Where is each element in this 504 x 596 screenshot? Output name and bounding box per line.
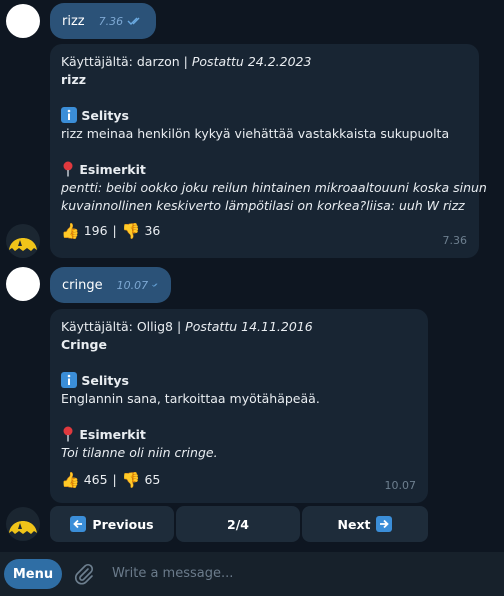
- likes-count: 196: [83, 223, 108, 238]
- next-label: Next: [337, 516, 371, 532]
- term-title: Cringe: [61, 337, 107, 352]
- explanation-heading: Selitys: [81, 108, 129, 123]
- dislikes-count: 65: [144, 472, 161, 487]
- menu-button[interactable]: Menu: [4, 559, 62, 589]
- bot-avatar-image: [9, 238, 37, 251]
- explanation-text: Englannin sana, tarkoittaa myötähäpeää.: [61, 391, 320, 406]
- thumbs-up-icon: 👍: [61, 222, 80, 240]
- likes-count: 465: [83, 472, 108, 487]
- next-button[interactable]: Next: [302, 506, 428, 542]
- bot-avatar[interactable]: [6, 224, 40, 258]
- previous-button[interactable]: Previous: [50, 506, 174, 542]
- outgoing-message[interactable]: rizz 7.36: [50, 3, 156, 39]
- user-avatar[interactable]: [6, 267, 40, 301]
- bot-message[interactable]: Käyttäjältä: darzon | Postattu 24.2.2023…: [50, 44, 487, 258]
- thumbs-up-icon: 👍: [61, 471, 80, 489]
- author-line: Käyttäjältä: Ollig8 |: [61, 319, 186, 334]
- vote-separator: |: [112, 472, 117, 487]
- message-text: rizz: [62, 13, 85, 29]
- pushpin-icon: [63, 161, 73, 177]
- previous-label: Previous: [92, 516, 154, 532]
- examples-heading: Esimerkit: [79, 427, 146, 442]
- message-composer: Menu Write a message...: [0, 552, 504, 596]
- left-arrow-icon: [70, 516, 87, 532]
- message-time: 7.36: [98, 14, 124, 28]
- pushpin-icon: [63, 426, 73, 442]
- outgoing-message[interactable]: cringe 10.07: [50, 267, 171, 303]
- thumbs-down-icon: 👎: [121, 222, 141, 240]
- examples-text-line: pentti: beibi ookko joku reilun hintaine…: [61, 180, 487, 195]
- examples-text-line: kuvainnollinen keskiverto lämpötilasi on…: [61, 198, 465, 213]
- info-icon: [61, 107, 77, 123]
- info-icon: [61, 372, 77, 388]
- term-title: rizz: [61, 72, 86, 87]
- dislikes-count: 36: [144, 223, 161, 238]
- vote-separator: |: [112, 223, 117, 238]
- read-checkmarks-icon: [152, 283, 158, 287]
- author-line: Käyttäjältä: darzon |: [61, 54, 192, 69]
- read-checkmarks-icon: [127, 17, 140, 25]
- bot-message[interactable]: Käyttäjältä: Ollig8 | Postattu 14.11.201…: [50, 309, 428, 503]
- posted-date: Postattu 24.2.2023: [191, 54, 312, 69]
- examples-text-line: Toi tilanne oli niin cringe.: [61, 445, 218, 460]
- bot-avatar-image: [9, 521, 37, 534]
- page-indicator-label: 2/4: [227, 516, 249, 532]
- message-input[interactable]: Write a message...: [112, 566, 233, 581]
- examples-heading: Esimerkit: [79, 162, 146, 177]
- message-text: cringe: [62, 277, 103, 293]
- explanation-heading: Selitys: [81, 373, 129, 388]
- thumbs-down-icon: 👎: [121, 471, 141, 489]
- page-indicator-button[interactable]: 2/4: [176, 506, 300, 542]
- message-time: 7.36: [442, 234, 468, 247]
- user-avatar[interactable]: [6, 4, 40, 38]
- message-time: 10.07: [384, 479, 417, 492]
- paperclip-icon[interactable]: [72, 562, 96, 586]
- explanation-text: rizz meinaa henkilön kykyä viehättää vas…: [61, 126, 450, 141]
- right-arrow-icon: [376, 516, 393, 532]
- posted-date: Postattu 14.11.2016: [185, 319, 313, 334]
- bot-avatar[interactable]: [6, 507, 40, 541]
- message-time: 10.07: [116, 278, 149, 292]
